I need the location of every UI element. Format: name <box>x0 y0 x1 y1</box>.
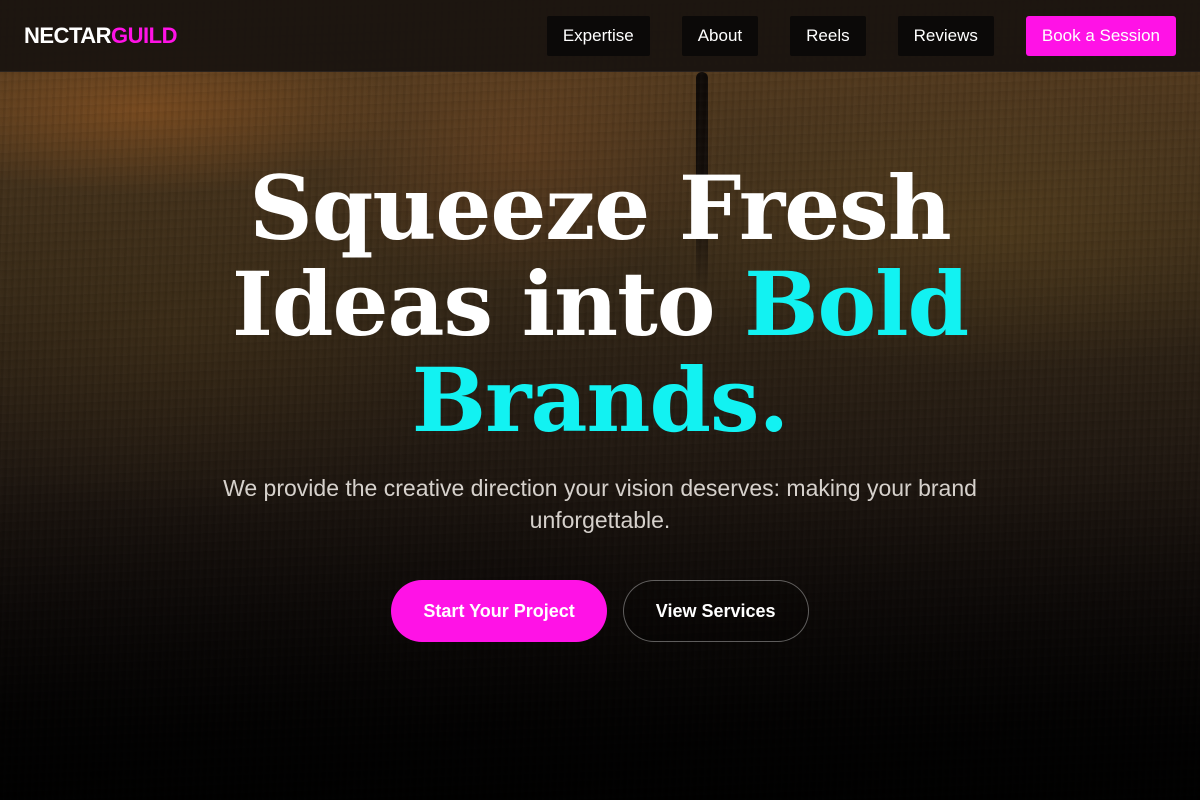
nav-links: Expertise About Reels Reviews Book a Ses… <box>515 15 1176 56</box>
brand-logo[interactable]: NECTARGUILD <box>24 23 177 49</box>
headline-line-1: Squeeze Fresh <box>249 156 951 260</box>
headline-accent-bold: Bold <box>744 252 969 356</box>
logo-text-primary: NECTAR <box>24 22 112 48</box>
start-project-button[interactable]: Start Your Project <box>391 580 607 642</box>
book-session-button[interactable]: Book a Session <box>1025 15 1176 56</box>
hero-actions: Start Your Project View Services <box>0 580 1200 642</box>
logo-text-accent: GUILD <box>111 22 177 48</box>
hero-section: Squeeze Fresh Ideas into Bold Brands. We… <box>0 160 1200 642</box>
nav-link-expertise[interactable]: Expertise <box>546 15 650 56</box>
hero-subtitle: We provide the creative direction your v… <box>223 475 977 533</box>
nav-link-reviews[interactable]: Reviews <box>897 15 994 56</box>
headline-accent-brands: Brands. <box>411 348 789 452</box>
top-navbar: NECTARGUILD Expertise About Reels Review… <box>0 0 1200 72</box>
hero-headline: Squeeze Fresh Ideas into Bold Brands. <box>150 160 1050 448</box>
nav-link-reels[interactable]: Reels <box>790 15 866 56</box>
nav-link-about[interactable]: About <box>681 15 759 56</box>
view-services-button[interactable]: View Services <box>622 580 809 642</box>
headline-line-2-plain: Ideas into <box>231 252 745 356</box>
